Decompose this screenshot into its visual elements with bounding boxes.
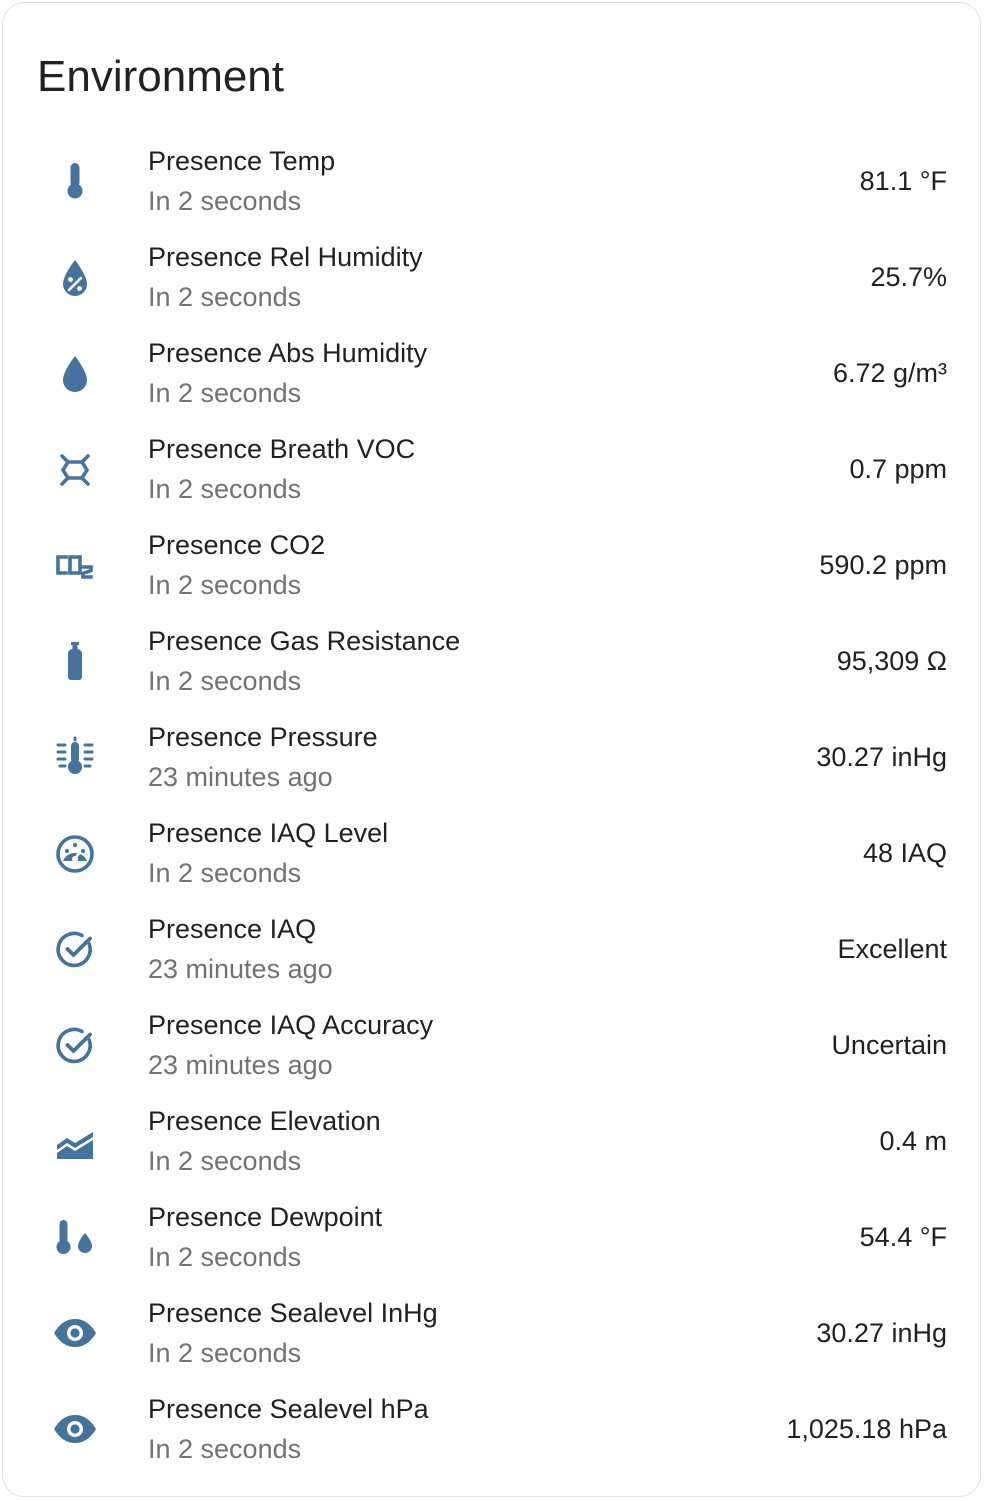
entity-name: Presence IAQ Level xyxy=(148,818,389,848)
entity-row[interactable]: Presence Temp In 2 seconds 81.1 °F xyxy=(3,133,980,229)
entity-row[interactable]: Presence Gas Resistance In 2 seconds 95,30… xyxy=(3,613,980,709)
gauge-icon xyxy=(51,829,99,877)
entity-last-updated: In 2 seconds xyxy=(148,858,302,888)
entity-row[interactable]: Presence Sealevel hPa In 2 seconds 1,025.1… xyxy=(3,1381,980,1477)
entity-state: 6.72 g/m³ xyxy=(832,358,947,388)
entity-state: 95,309 Ω xyxy=(836,646,947,676)
check-circle-outline-icon xyxy=(51,1021,99,1069)
entity-state: 1,025.18 hPa xyxy=(786,1414,947,1444)
entity-row[interactable]: Presence CO2 In 2 seconds 590.2 ppm xyxy=(3,517,980,613)
entity-list: Presence Temp In 2 seconds 81.1 °F Presence… xyxy=(3,133,980,1477)
thermometer-water-icon xyxy=(51,1213,99,1261)
entity-state: Excellent xyxy=(837,934,947,964)
entity-last-updated: In 2 seconds xyxy=(148,282,302,312)
entity-last-updated: 23 minutes ago xyxy=(148,762,333,792)
entity-state: 30.27 inHg xyxy=(816,742,947,772)
entity-last-updated: In 2 seconds xyxy=(148,186,302,216)
entity-last-updated: In 2 seconds xyxy=(148,378,302,408)
card-title: Environment xyxy=(37,52,285,101)
entity-name: Presence Sealevel hPa xyxy=(148,1394,429,1424)
entity-name: Presence Pressure xyxy=(148,722,378,752)
entity-last-updated: In 2 seconds xyxy=(148,666,302,696)
entity-name: Presence Abs Humidity xyxy=(148,338,428,368)
entity-last-updated: In 2 seconds xyxy=(148,1242,302,1272)
entity-row[interactable]: Presence IAQ Level In 2 seconds 48 IAQ xyxy=(3,805,980,901)
entity-state: 0.7 ppm xyxy=(849,454,947,484)
entity-name: Presence Breath VOC xyxy=(148,434,416,464)
co2-icon xyxy=(51,541,99,589)
entity-last-updated: In 2 seconds xyxy=(148,1434,302,1464)
water-drop-icon xyxy=(51,349,99,397)
entity-state: Uncertain xyxy=(831,1030,947,1060)
entity-name: Presence CO2 xyxy=(148,530,326,560)
environment-card: Environment Presence Temp In 2 seconds 81.… xyxy=(2,2,981,1497)
entity-row[interactable]: Presence Breath VOC In 2 seconds 0.7 ppm xyxy=(3,421,980,517)
elevation-rise-icon xyxy=(51,1117,99,1165)
entity-last-updated: In 2 seconds xyxy=(148,474,302,504)
entity-row[interactable]: Presence Sealevel InHg In 2 seconds 30.27 … xyxy=(3,1285,980,1381)
entity-state: 30.27 inHg xyxy=(816,1318,947,1348)
entity-name: Presence Elevation xyxy=(148,1106,381,1136)
entity-last-updated: 23 minutes ago xyxy=(148,954,333,984)
entity-row[interactable]: Presence Abs Humidity In 2 seconds 6.72 g/… xyxy=(3,325,980,421)
entity-name: Presence IAQ Accuracy xyxy=(148,1010,434,1040)
entity-row[interactable]: Presence Rel Humidity In 2 seconds 25.7% xyxy=(3,229,980,325)
entity-name: Presence Dewpoint xyxy=(148,1202,383,1232)
entity-row[interactable]: Presence IAQ 23 minutes ago Excellent xyxy=(3,901,980,997)
entity-state: 54.4 °F xyxy=(859,1222,947,1252)
entity-name: Presence IAQ xyxy=(148,914,317,944)
entity-last-updated: 23 minutes ago xyxy=(148,1050,333,1080)
entity-state: 590.2 ppm xyxy=(819,550,947,580)
check-circle-outline-icon xyxy=(51,925,99,973)
entity-state: 0.4 m xyxy=(879,1126,947,1156)
entity-row[interactable]: Presence Dewpoint In 2 seconds 54.4 °F xyxy=(3,1189,980,1285)
entity-name: Presence Temp xyxy=(148,146,336,176)
entity-name: Presence Sealevel InHg xyxy=(148,1298,438,1328)
entity-name: Presence Rel Humidity xyxy=(148,242,423,272)
eye-icon xyxy=(51,1309,99,1357)
entity-state: 48 IAQ xyxy=(862,838,947,868)
entity-name: Presence Gas Resistance xyxy=(148,626,461,656)
entity-last-updated: In 2 seconds xyxy=(148,1338,302,1368)
entity-row[interactable]: Presence Pressure 23 minutes ago 30.27 inH… xyxy=(3,709,980,805)
thermometer-lines-icon xyxy=(51,733,99,781)
entity-last-updated: In 2 seconds xyxy=(148,1146,302,1176)
thermometer-icon xyxy=(51,157,99,205)
entity-state: 81.1 °F xyxy=(859,166,947,196)
entity-row[interactable]: Presence IAQ Accuracy 23 minutes ago Uncer… xyxy=(3,997,980,1093)
entity-state: 25.7% xyxy=(870,262,947,292)
water-percent-icon xyxy=(51,253,99,301)
molecule-icon xyxy=(51,445,99,493)
eye-icon xyxy=(51,1405,99,1453)
gas-cylinder-icon xyxy=(51,637,99,685)
entity-last-updated: In 2 seconds xyxy=(148,570,302,600)
entity-row[interactable]: Presence Elevation In 2 seconds 0.4 m xyxy=(3,1093,980,1189)
